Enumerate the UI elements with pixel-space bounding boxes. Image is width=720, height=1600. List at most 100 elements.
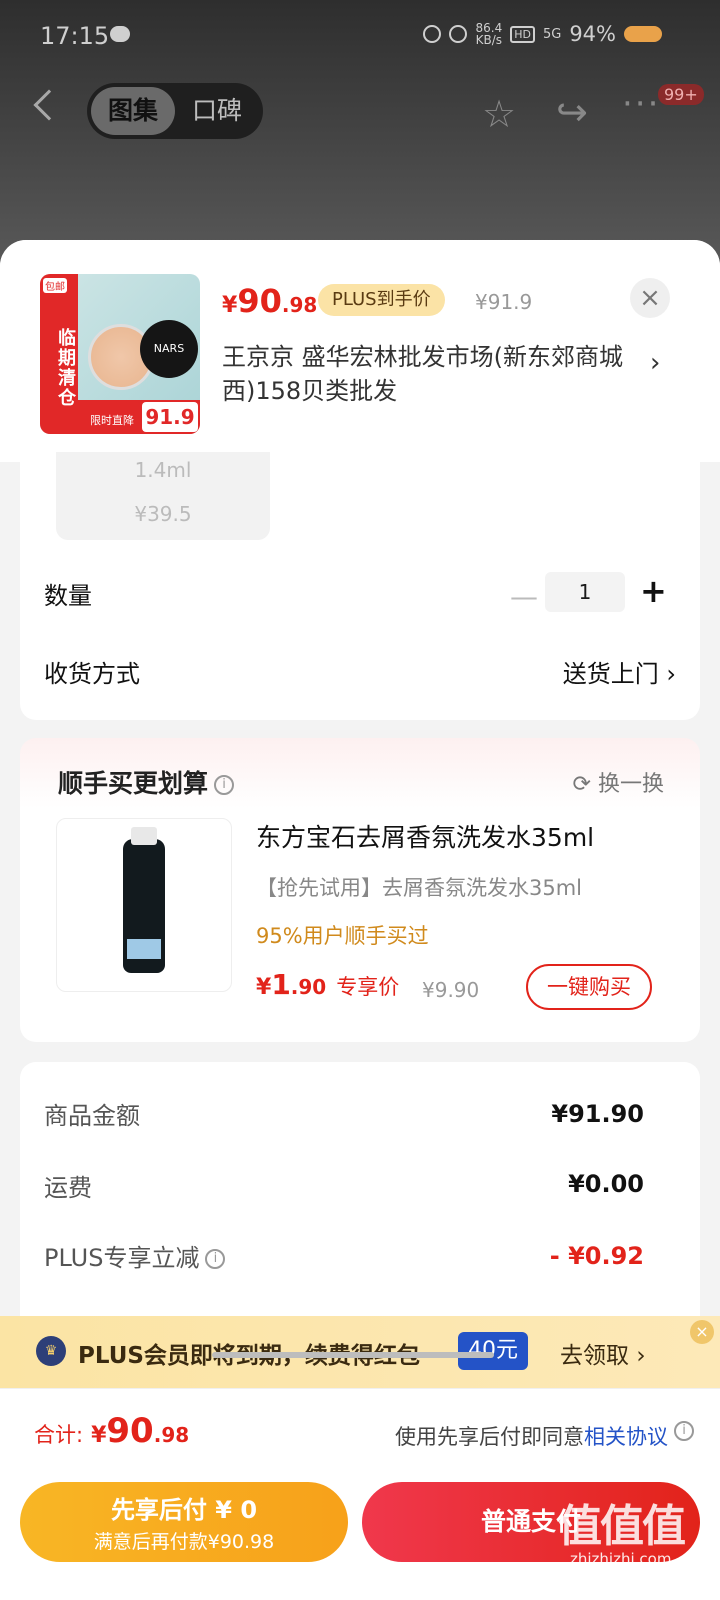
bottle-label-image bbox=[127, 939, 161, 959]
spec-option-card[interactable]: 1.4ml ¥39.5 bbox=[56, 452, 270, 540]
tab-reviews[interactable]: 口碑 bbox=[175, 87, 259, 135]
summary-label-goods: 商品金额 bbox=[44, 1102, 140, 1130]
chevron-right-icon: › bbox=[636, 1343, 646, 1369]
top-nav: 图集 口碑 ☆ ↪ ··· 99+ bbox=[0, 80, 720, 144]
addon-price-dec: .90 bbox=[290, 975, 327, 999]
quantity-label: 数量 bbox=[44, 582, 92, 610]
agreement-text: 使用先享后付即同意相关协议 bbox=[395, 1421, 668, 1451]
addon-purchase-stat: 95%用户顺手买过 bbox=[256, 924, 429, 948]
bottle-cap-image bbox=[131, 827, 157, 845]
thumb-price-tag: 91.9 bbox=[142, 402, 198, 432]
tab-gallery[interactable]: 图集 bbox=[91, 87, 175, 135]
clearance-ribbon: 临期清仓 bbox=[40, 274, 78, 434]
refresh-label: 换一换 bbox=[597, 772, 664, 797]
favorite-star-icon[interactable]: ☆ bbox=[482, 92, 516, 136]
pay-later-button[interactable]: 先享后付 ¥ 0 满意后再付款¥90.98 bbox=[20, 1482, 348, 1562]
plus-discount-text: PLUS专享立减 bbox=[44, 1244, 200, 1272]
brand-compact-image: NARS bbox=[140, 320, 198, 378]
product-price: ¥90.98 bbox=[222, 282, 317, 320]
addon-section: 顺手买更划算 i ⟳ 换一换 东方宝石去屑香氛洗发水35ml 【抢先试用】去屑香氛… bbox=[20, 738, 700, 1042]
total-price: 合计: ¥90.98 bbox=[34, 1411, 189, 1451]
mute-icon bbox=[449, 25, 468, 43]
status-bar: 17:15 86.4 KB/s HD 5G 94% bbox=[0, 0, 720, 72]
info-icon[interactable]: i bbox=[205, 1249, 226, 1269]
info-icon[interactable]: i bbox=[214, 775, 235, 795]
message-badge: 99+ bbox=[658, 84, 704, 105]
spec-size: 1.4ml bbox=[134, 458, 192, 482]
plus-claim-link[interactable]: 去领取 › bbox=[560, 1336, 646, 1370]
chevron-right-icon[interactable]: › bbox=[650, 348, 660, 378]
summary-value-goods: ¥91.90 bbox=[551, 1100, 644, 1128]
status-right-group: 86.4 KB/s HD 5G 94% bbox=[423, 22, 662, 46]
more-icon[interactable]: ··· bbox=[622, 84, 660, 124]
refresh-icon: ⟳ bbox=[572, 772, 591, 797]
pay-later-subtitle: 满意后再付款¥90.98 bbox=[93, 1531, 275, 1553]
purchase-sheet: 临期清仓 包邮 NARS 限时直降 91.9 ¥90.98 PLUS到手价 ¥9… bbox=[0, 240, 720, 1600]
price-dec: .98 bbox=[281, 293, 318, 317]
quantity-input[interactable]: 1 bbox=[545, 572, 625, 612]
alarm-icon bbox=[423, 25, 442, 43]
pay-later-title: 先享后付 ¥ 0 bbox=[110, 1496, 258, 1524]
addon-title: 顺手买更划算 i bbox=[58, 764, 235, 800]
plus-claim-text: 去领取 bbox=[560, 1343, 629, 1369]
close-icon[interactable]: × bbox=[690, 1320, 714, 1344]
chevron-right-icon: › bbox=[666, 660, 676, 688]
store-address[interactable]: 王京京 盛华宏林批发市场(新东郊商城西)158贝类批发 bbox=[222, 340, 642, 408]
total-bar: 合计: ¥90.98 使用先享后付即同意相关协议 i bbox=[0, 1388, 720, 1478]
one-click-buy-button[interactable]: 一键购买 bbox=[526, 964, 652, 1010]
addon-product-image[interactable] bbox=[56, 818, 232, 992]
summary-label-plus-discount: PLUS专享立减 i bbox=[44, 1238, 226, 1273]
share-icon[interactable]: ↪ bbox=[556, 90, 588, 134]
addon-price-symbol: ¥ bbox=[256, 975, 272, 1000]
total-label: 合计: bbox=[34, 1423, 84, 1447]
action-bar: 先享后付 ¥ 0 满意后再付款¥90.98 普通支付 值值值 zhizhizhi… bbox=[0, 1478, 720, 1600]
product-thumbnail[interactable]: 临期清仓 包邮 NARS 限时直降 91.9 bbox=[40, 274, 200, 434]
summary-value-shipping: ¥0.00 bbox=[568, 1170, 644, 1198]
spec-section: 1.4ml ¥39.5 数量 — 1 + 收货方式 送货上门 › bbox=[20, 452, 700, 720]
delivery-method[interactable]: 送货上门 › bbox=[563, 654, 676, 689]
quantity-minus-button[interactable]: — bbox=[510, 580, 538, 613]
agreement-link[interactable]: 相关协议 bbox=[584, 1425, 668, 1449]
back-icon[interactable] bbox=[33, 89, 65, 121]
refresh-button[interactable]: ⟳ 换一换 bbox=[573, 766, 664, 798]
status-time: 17:15 bbox=[40, 22, 110, 50]
battery-percent: 94% bbox=[569, 22, 616, 46]
agreement-prefix: 使用先享后付即同意 bbox=[395, 1425, 584, 1449]
addon-original-price: ¥9.90 bbox=[422, 978, 480, 1002]
wechat-icon bbox=[110, 26, 130, 42]
addon-title-text: 顺手买更划算 bbox=[58, 769, 209, 798]
close-icon[interactable]: × bbox=[630, 278, 670, 318]
order-summary: 商品金额 ¥91.90 运费 ¥0.00 PLUS专享立减 i - ¥0.92 bbox=[20, 1062, 700, 1342]
free-shipping-tag: 包邮 bbox=[43, 278, 67, 293]
quantity-plus-button[interactable]: + bbox=[640, 572, 667, 610]
summary-label-shipping: 运费 bbox=[44, 1174, 92, 1202]
signal-label: 5G bbox=[542, 26, 562, 42]
price-int: 90 bbox=[237, 282, 282, 320]
addon-price-label: 专享价 bbox=[336, 975, 400, 999]
total-dec: .98 bbox=[153, 1423, 190, 1447]
total-symbol: ¥ bbox=[91, 1423, 107, 1448]
watermark-logo: 值值值 bbox=[558, 1501, 686, 1552]
delivery-value: 送货上门 bbox=[562, 660, 659, 688]
tab-switch: 图集 口碑 bbox=[87, 83, 263, 139]
battery-icon bbox=[624, 26, 662, 42]
plus-crown-icon: ♛ bbox=[36, 1336, 66, 1366]
watermark-url: zhizhizhi.com bbox=[570, 1550, 672, 1568]
price-symbol: ¥ bbox=[222, 293, 238, 318]
plus-red-packet-amount: 40元 bbox=[458, 1332, 528, 1370]
plus-price-tag: PLUS到手价 bbox=[318, 284, 445, 316]
net-speed-unit: KB/s bbox=[475, 33, 503, 47]
summary-value-plus-discount: - ¥0.92 bbox=[549, 1242, 644, 1270]
spec-price: ¥39.5 bbox=[134, 502, 192, 526]
original-price: ¥91.9 bbox=[475, 290, 533, 314]
home-indicator[interactable] bbox=[212, 1352, 494, 1358]
addon-product-name[interactable]: 东方宝石去屑香氛洗发水35ml bbox=[256, 818, 594, 854]
addon-price: ¥1.90 专享价 bbox=[256, 968, 399, 1001]
total-int: 90 bbox=[106, 1411, 154, 1451]
net-speed: 86.4 KB/s bbox=[475, 22, 502, 46]
hd-badge: HD bbox=[510, 25, 535, 43]
info-icon[interactable]: i bbox=[674, 1421, 694, 1441]
thumb-price-label: 限时直降 bbox=[90, 414, 134, 427]
product-header: 临期清仓 包邮 NARS 限时直降 91.9 ¥90.98 PLUS到手价 ¥9… bbox=[0, 240, 720, 462]
delivery-label: 收货方式 bbox=[44, 660, 140, 688]
